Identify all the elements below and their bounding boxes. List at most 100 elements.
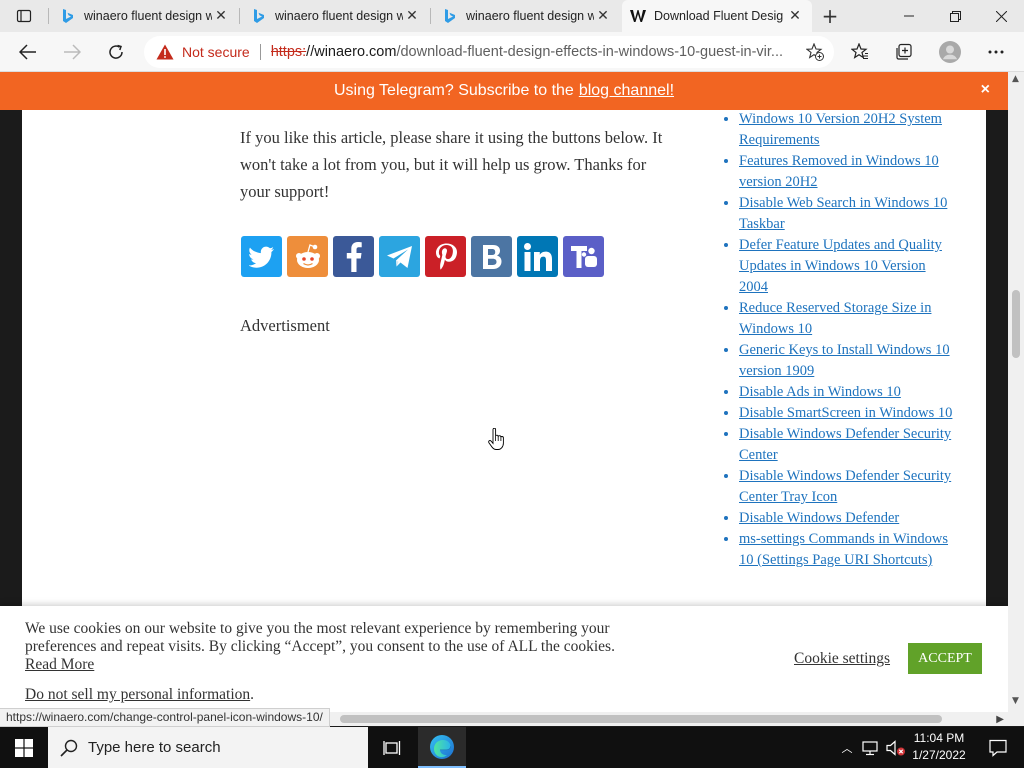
linkedin-share-button[interactable] (517, 236, 558, 277)
teams-share-button[interactable] (563, 236, 604, 277)
minimize-button[interactable] (886, 0, 932, 32)
twitter-icon (248, 246, 274, 268)
security-indicator[interactable]: Not secure (156, 44, 250, 60)
back-arrow-icon (19, 44, 36, 60)
taskbar-clock[interactable]: 11:04 PM 1/27/2022 (906, 730, 972, 764)
reddit-icon (295, 243, 320, 268)
url-text[interactable]: https://winaero.com/download-fluent-desi… (271, 44, 791, 60)
article-body: If you like this article, please share i… (240, 124, 680, 205)
forward-arrow-icon (64, 44, 81, 60)
address-toolbar: Not secure https://winaero.com/download-… (0, 32, 1024, 72)
horizontal-scroll-thumb[interactable] (340, 715, 942, 723)
related-post-link[interactable]: Disable Web Search in Windows 10 Taskbar (739, 195, 947, 232)
edge-taskbar-button[interactable] (418, 727, 466, 768)
collections-button[interactable] (888, 36, 920, 68)
list-item: Generic Keys to Install Windows 10 versi… (739, 340, 954, 382)
close-tab-icon[interactable]: ✕ (594, 7, 612, 25)
start-button[interactable] (0, 727, 48, 768)
notification-icon (989, 739, 1007, 757)
avatar-icon (939, 41, 961, 63)
list-item: Windows 10 Version 20H2 System Requireme… (739, 109, 954, 151)
related-post-link[interactable]: Reduce Reserved Storage Size in Windows … (739, 300, 931, 337)
tab-title: winaero fluent design w (466, 9, 594, 23)
tab-strip: winaero fluent design w ✕ winaero fluent… (0, 0, 1024, 32)
close-icon (995, 10, 1007, 22)
share-prompt-paragraph: If you like this article, please share i… (240, 128, 663, 201)
show-hidden-icons-chevron-icon[interactable]: ︿ (838, 740, 856, 756)
clock-time: 11:04 PM (913, 731, 965, 745)
facebook-share-button[interactable] (333, 236, 374, 277)
related-post-link[interactable]: Generic Keys to Install Windows 10 versi… (739, 342, 950, 379)
blog-channel-link[interactable]: blog channel! (579, 82, 674, 100)
settings-more-button[interactable] (980, 36, 1012, 68)
related-post-link[interactable]: Disable Windows Defender Security Center (739, 426, 951, 463)
close-tab-icon[interactable]: ✕ (403, 7, 421, 25)
list-item: ms-settings Commands in Windows 10 (Sett… (739, 529, 954, 571)
taskbar-search-box[interactable]: Type here to search (48, 727, 368, 768)
edge-icon (430, 734, 454, 759)
add-favorite-icon[interactable] (806, 43, 824, 61)
tab-actions-button[interactable] (0, 0, 48, 32)
back-button[interactable] (12, 36, 44, 68)
forward-button[interactable] (56, 36, 88, 68)
tab-3[interactable]: winaero fluent design w ✕ (434, 0, 620, 32)
network-icon[interactable] (862, 740, 880, 756)
close-window-button[interactable] (978, 0, 1024, 32)
cookie-message: We use cookies on our website to give yo… (25, 620, 665, 674)
collections-icon (896, 43, 912, 60)
favorites-button[interactable] (844, 36, 876, 68)
related-post-link[interactable]: Disable SmartScreen in Windows 10 (739, 405, 952, 421)
scroll-right-arrow-icon[interactable]: ▶ (996, 714, 1004, 725)
list-item: Disable SmartScreen in Windows 10 (739, 403, 954, 424)
telegram-share-button[interactable] (379, 236, 420, 277)
address-bar[interactable]: Not secure https://winaero.com/download-… (144, 36, 834, 68)
tab-4-active[interactable]: Download Fluent Desig ✕ (622, 0, 812, 32)
task-view-icon (383, 740, 401, 755)
twitter-share-button[interactable] (241, 236, 282, 277)
close-tab-icon[interactable]: ✕ (786, 7, 804, 25)
do-not-sell-link[interactable]: Do not sell my personal information (25, 686, 250, 703)
related-post-link[interactable]: Windows 10 Version 20H2 System Requireme… (739, 111, 942, 148)
tab-2[interactable]: winaero fluent design w ✕ (243, 0, 429, 32)
facebook-icon (346, 241, 362, 272)
volume-muted-icon[interactable] (886, 739, 906, 756)
banner-close-icon[interactable]: × (981, 81, 990, 99)
action-center-button[interactable] (978, 727, 1018, 768)
list-item: Features Removed in Windows 10 version 2… (739, 151, 954, 193)
profile-button[interactable] (934, 36, 966, 68)
reddit-share-button[interactable] (287, 236, 328, 277)
vk-b-icon (482, 244, 501, 269)
plus-icon: + (821, 4, 839, 28)
close-tab-icon[interactable]: ✕ (212, 7, 230, 25)
vertical-scroll-thumb[interactable] (1012, 290, 1020, 358)
task-view-button[interactable] (368, 727, 416, 768)
refresh-button[interactable] (100, 36, 132, 68)
related-post-link[interactable]: Features Removed in Windows 10 version 2… (739, 153, 939, 190)
tab-separator (239, 8, 240, 24)
related-post-link[interactable]: Defer Feature Updates and Quality Update… (739, 237, 942, 295)
list-item: Disable Windows Defender Security Center… (739, 466, 954, 508)
new-tab-button[interactable]: + (816, 0, 844, 32)
accept-cookies-button[interactable]: ACCEPT (908, 643, 982, 674)
related-post-link[interactable]: Disable Windows Defender Security Center… (739, 468, 951, 505)
scroll-down-arrow-icon[interactable]: ▼ (1012, 696, 1019, 706)
url-path: /download-fluent-design-effects-in-windo… (396, 44, 784, 60)
cookie-settings-link[interactable]: Cookie settings (794, 650, 890, 668)
restore-button[interactable] (932, 0, 978, 32)
read-more-link[interactable]: Read More (25, 656, 94, 673)
link-status-bar: https://winaero.com/change-control-panel… (0, 708, 330, 727)
related-post-link[interactable]: Disable Ads in Windows 10 (739, 384, 901, 400)
pinterest-share-button[interactable] (425, 236, 466, 277)
search-icon (60, 739, 78, 757)
related-post-link[interactable]: Disable Windows Defender (739, 510, 899, 526)
do-not-sell-row: Do not sell my personal information. (25, 686, 254, 704)
refresh-icon (109, 44, 123, 59)
scroll-up-arrow-icon[interactable]: ▲ (1012, 74, 1019, 84)
omnibox-divider (259, 44, 261, 60)
tab-1[interactable]: winaero fluent design w ✕ (52, 0, 238, 32)
vk-share-button[interactable] (471, 236, 512, 277)
list-item: Disable Web Search in Windows 10 Taskbar (739, 193, 954, 235)
url-scheme: https: (270, 44, 307, 60)
vertical-scrollbar[interactable]: ▲ ▼ (1008, 72, 1024, 726)
related-post-link[interactable]: ms-settings Commands in Windows 10 (Sett… (739, 531, 948, 568)
